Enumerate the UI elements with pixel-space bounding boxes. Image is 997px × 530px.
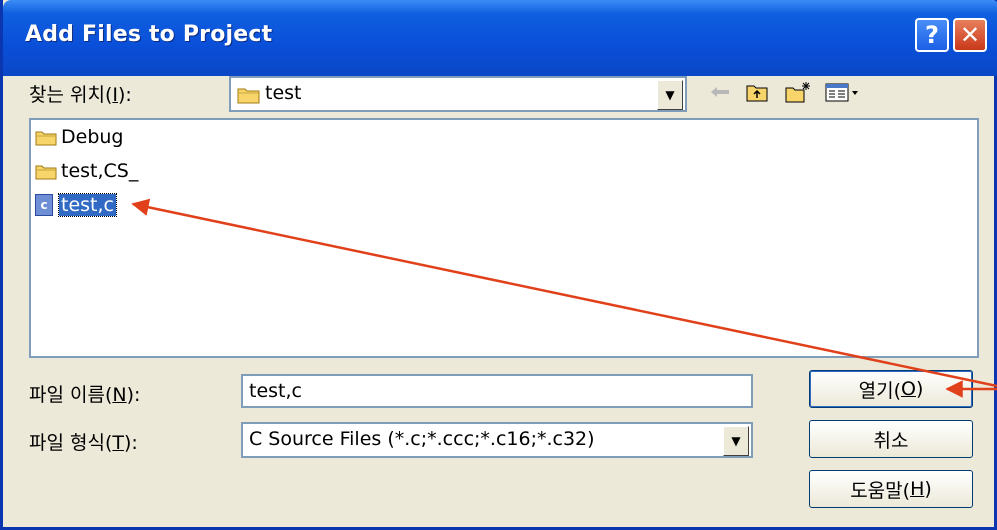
help-hotkey: H (910, 478, 925, 500)
file-type-label-suffix: ): (123, 432, 138, 454)
look-in-combo[interactable]: test ▼ (229, 76, 687, 112)
file-type-dropdown-button[interactable]: ▼ (723, 426, 749, 456)
help-label: 도움말( (850, 479, 911, 502)
look-in-value: test (265, 82, 302, 104)
file-type-combo[interactable]: C Source Files (*.c;*.ccc;*.c16;*.c32) ▼ (241, 422, 753, 458)
file-type-label-text: 파일 형식( (29, 432, 113, 454)
chevron-down-icon: ▼ (731, 434, 741, 448)
cancel-button[interactable]: 취소 (809, 420, 973, 458)
list-item[interactable]: test,CS_ (35, 158, 140, 184)
up-folder-button[interactable] (743, 80, 771, 104)
look-in-label: 찾는 위치(I): (29, 80, 132, 107)
window-title: Add Files to Project (25, 22, 273, 47)
folder-icon (237, 88, 260, 104)
c-file-icon: c (35, 194, 53, 216)
file-name: test,CS_ (61, 160, 139, 182)
look-in-label-text: 찾는 위치( (29, 84, 113, 106)
add-files-dialog: Add Files to Project ? ✕ 찾는 위치(I): test … (0, 0, 997, 530)
file-list[interactable]: Debug test,CS_ c test,c (29, 118, 979, 358)
close-button[interactable]: ✕ (953, 18, 987, 52)
file-type-hotkey: T (112, 432, 124, 454)
file-name-label: 파일 이름(N): (29, 380, 140, 407)
folder-icon (35, 165, 57, 179)
help-button[interactable]: 도움말(H) (809, 470, 973, 508)
help-icon: ? (925, 21, 939, 49)
up-folder-icon (746, 85, 768, 102)
help-label-suffix: ) (924, 478, 932, 500)
new-folder-icon (785, 82, 810, 103)
cancel-label: 취소 (873, 429, 909, 452)
file-name-input[interactable]: test,c (241, 374, 753, 408)
back-button[interactable] (707, 80, 733, 104)
title-bar[interactable]: Add Files to Project ? ✕ (3, 0, 997, 76)
help-title-button[interactable]: ? (915, 18, 949, 52)
look-in-label-suffix: ): (117, 84, 132, 106)
look-in-dropdown-button[interactable]: ▼ (657, 80, 683, 110)
list-item[interactable]: Debug (35, 124, 125, 150)
file-name-label-text: 파일 이름( (29, 384, 113, 406)
folder-icon (35, 131, 57, 145)
chevron-down-icon: ▼ (665, 88, 675, 102)
open-label: 열기( (858, 379, 901, 402)
new-folder-button[interactable] (783, 80, 813, 104)
open-hotkey: O (900, 378, 916, 400)
back-arrow-icon (711, 87, 729, 97)
close-icon: ✕ (959, 21, 981, 49)
view-menu-icon (825, 83, 858, 102)
list-item-selected[interactable]: c test,c (35, 192, 117, 218)
file-type-value: C Source Files (*.c;*.ccc;*.c16;*.c32) (249, 428, 595, 450)
file-name-label-suffix: ): (126, 384, 141, 406)
open-button[interactable]: 열기(O) (809, 370, 973, 408)
view-menu-button[interactable] (823, 80, 863, 104)
file-name: Debug (61, 126, 124, 148)
file-type-label: 파일 형식(T): (29, 428, 138, 455)
file-name: test,c (58, 193, 117, 217)
open-label-suffix: ) (915, 378, 924, 400)
file-name-hotkey: N (112, 384, 127, 406)
